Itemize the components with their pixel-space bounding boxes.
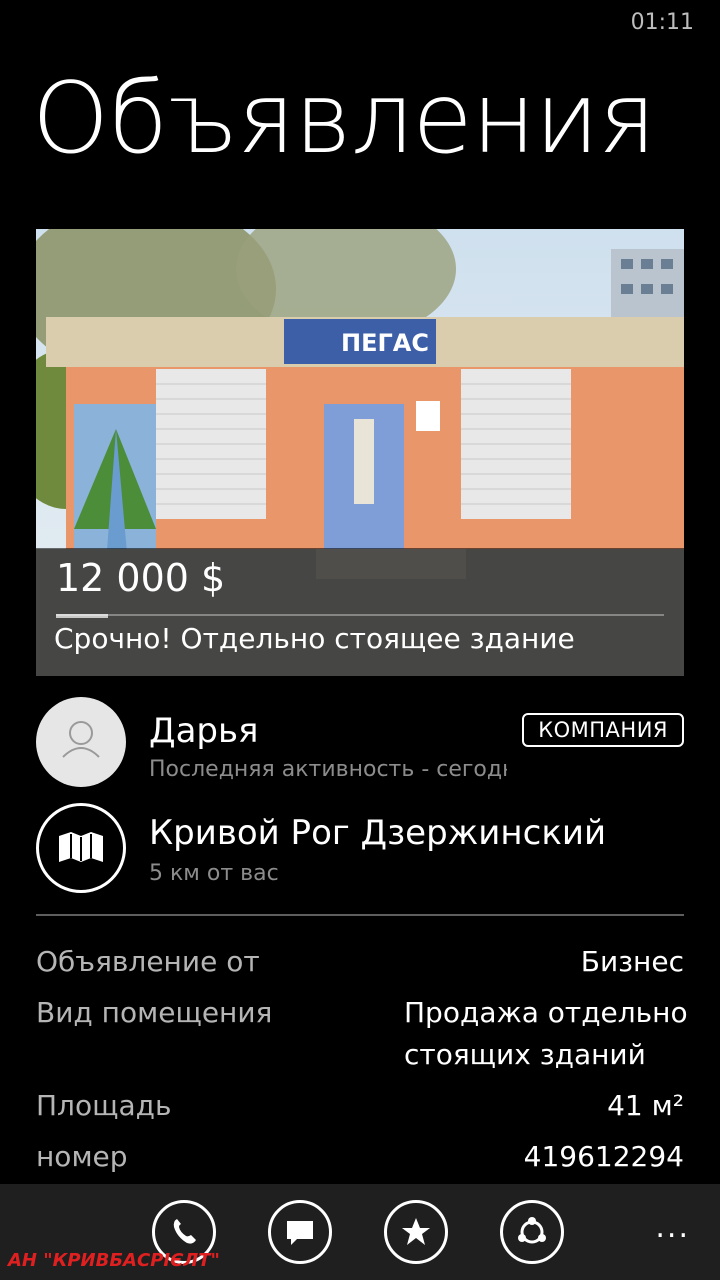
detail-value: 41 м² — [607, 1089, 684, 1122]
location-distance: 5 км от вас — [149, 861, 279, 886]
phone-icon — [173, 1219, 196, 1244]
star-icon — [402, 1218, 430, 1245]
company-badge: КОМПАНИЯ — [522, 713, 684, 747]
message-icon — [287, 1221, 313, 1245]
detail-value: Бизнес — [580, 945, 684, 978]
seller-name: Дарья — [149, 711, 259, 751]
watermark: АН "КРИВБАСРІЄЛТ" — [8, 1250, 220, 1271]
location-row[interactable]: Кривой Рог Дзержинский 5 км от вас — [36, 803, 684, 895]
map-icon — [59, 832, 103, 862]
photo-pager-track — [56, 614, 664, 616]
status-time: 01:11 — [630, 10, 694, 35]
detail-label: Объявление от — [36, 945, 260, 978]
more-button[interactable]: ... — [655, 1210, 690, 1245]
person-icon — [62, 721, 100, 758]
message-button[interactable] — [268, 1200, 332, 1264]
photo-sign-text: ПЕГАС — [341, 329, 429, 357]
detail-label: номер — [36, 1140, 128, 1173]
detail-label: Вид помещения — [36, 996, 273, 1029]
divider — [36, 914, 684, 916]
location-name: Кривой Рог Дзержинский — [149, 813, 607, 853]
avatar — [36, 697, 126, 787]
listing-title: Срочно! Отдельно стоящее здание — [54, 622, 575, 655]
share-icon — [518, 1217, 546, 1244]
screen: 01:11 Объявления ПЕГАС 12 000 $ Срочно! … — [0, 0, 720, 1280]
map-button[interactable] — [36, 803, 126, 893]
photo-pager-indicator — [56, 614, 108, 618]
listing-price: 12 000 $ — [56, 556, 226, 600]
detail-value: 419612294 — [523, 1140, 684, 1173]
detail-value: Продажа отдельно стоящих зданий — [404, 996, 688, 1071]
listing-photo[interactable]: ПЕГАС 12 000 $ Срочно! Отдельно стоящее … — [36, 229, 684, 676]
share-button[interactable] — [500, 1200, 564, 1264]
detail-label: Площадь — [36, 1089, 172, 1122]
page-title: Объявления — [32, 62, 656, 176]
seller-row[interactable]: Дарья Последняя активность - сегодня КОМ… — [36, 697, 684, 789]
favorite-button[interactable] — [384, 1200, 448, 1264]
photo-caption-overlay: 12 000 $ Срочно! Отдельно стоящее здание — [36, 548, 684, 676]
seller-activity: Последняя активность - сегодня — [149, 757, 507, 782]
